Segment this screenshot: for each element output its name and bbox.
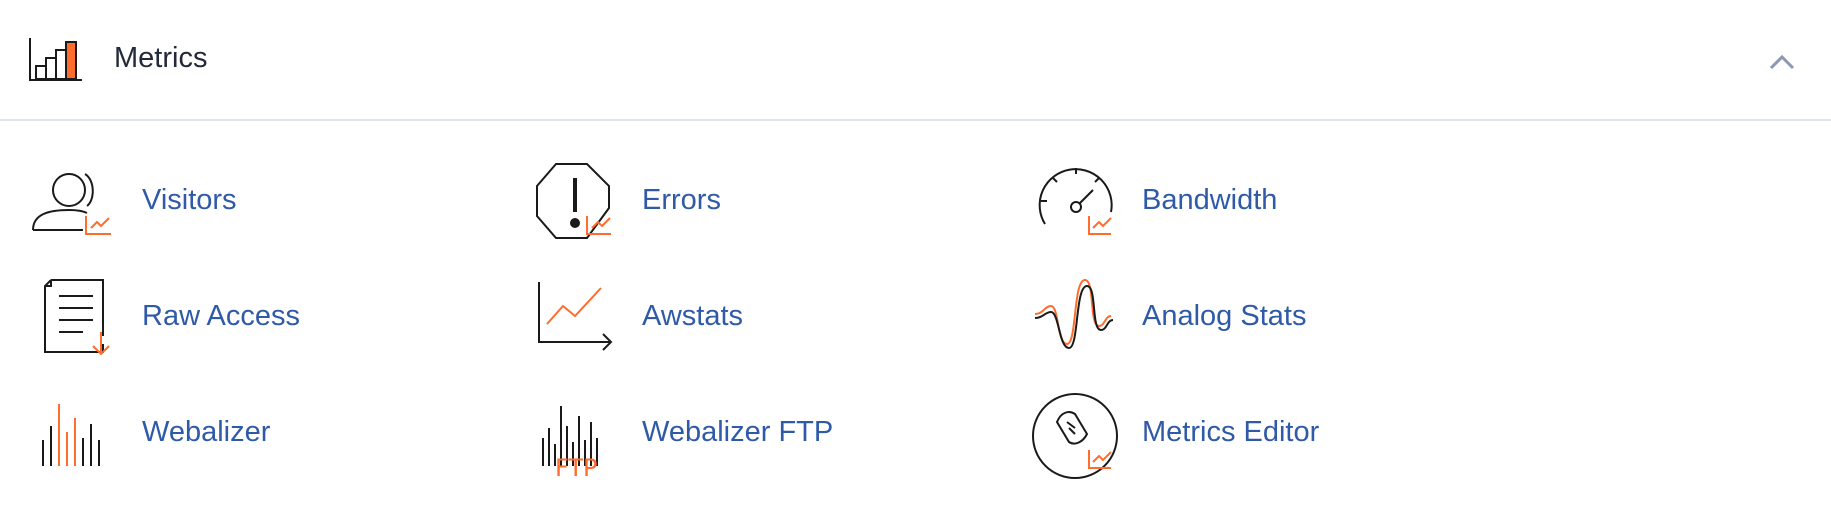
bandwidth-link[interactable]: Bandwidth [1031,156,1511,246]
item-label: Metrics Editor [1142,416,1320,448]
item-label: Webalizer FTP [642,416,834,448]
item-label: Awstats [642,300,744,332]
awstats-line-chart-icon [531,272,621,362]
collapse-button[interactable] [1766,48,1798,74]
chevron-up-icon [1769,54,1795,70]
webalizer-ftp-icon: FTP [531,388,621,482]
errors-link[interactable]: Errors [531,156,1011,246]
webalizer-ftp-link[interactable]: FTP Webalizer FTP [531,388,1011,482]
bandwidth-gauge-icon [1031,156,1121,246]
metrics-panel: Metrics Visitors Errors Bandwidth Raw Ac… [0,0,1831,512]
item-label: Analog Stats [1142,300,1307,332]
item-label: Raw Access [142,300,300,332]
panel-header[interactable]: Metrics [0,0,1831,121]
metrics-editor-link[interactable]: Metrics Editor [1031,388,1511,479]
raw-access-document-icon [31,272,121,362]
metrics-editor-icon [1031,388,1121,479]
item-label: Errors [642,184,721,216]
errors-icon [531,156,621,246]
item-label: Visitors [142,184,237,216]
awstats-link[interactable]: Awstats [531,272,1011,362]
analog-stats-wave-icon [1031,272,1121,362]
analog-stats-link[interactable]: Analog Stats [1031,272,1511,362]
item-label: Webalizer [142,416,271,448]
ftp-icon-text: FTP [555,454,598,482]
metrics-bar-chart-icon [28,36,84,82]
webalizer-link[interactable]: Webalizer [31,388,511,478]
item-label: Bandwidth [1142,184,1278,216]
visitors-link[interactable]: Visitors [31,156,511,246]
webalizer-bars-icon [31,388,121,478]
panel-title: Metrics [114,42,208,74]
visitors-icon [31,156,121,246]
raw-access-link[interactable]: Raw Access [31,272,511,362]
